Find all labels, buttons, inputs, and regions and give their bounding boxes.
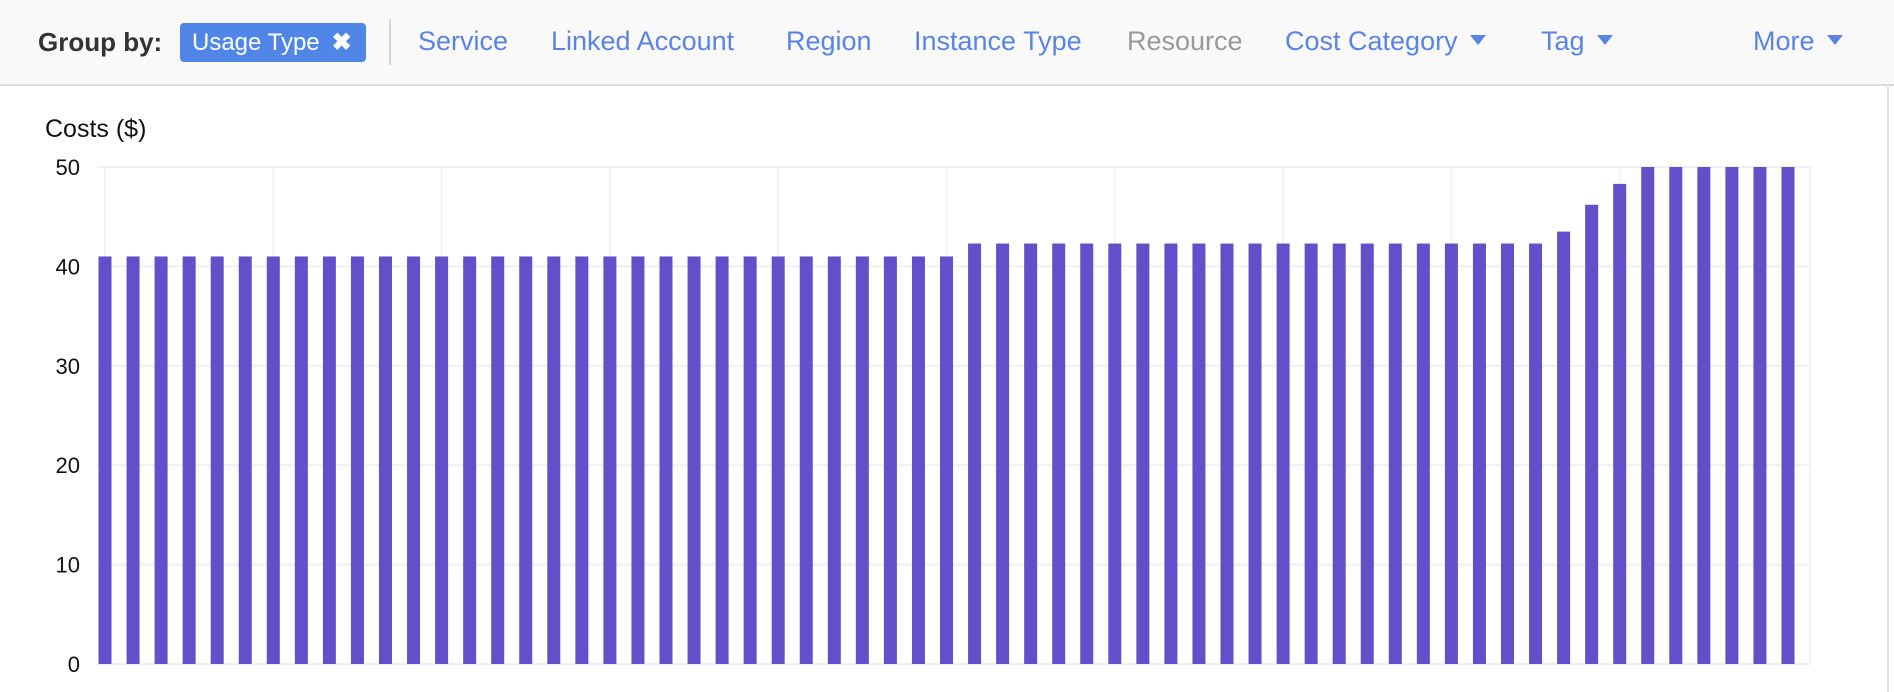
y-tick-label: 40	[56, 254, 80, 279]
bar	[968, 243, 982, 664]
bar	[1360, 243, 1374, 664]
bar	[1248, 243, 1262, 664]
bar	[1108, 243, 1122, 664]
bar	[126, 256, 140, 664]
bar	[687, 256, 701, 664]
bar	[771, 256, 785, 664]
bar	[1613, 183, 1627, 664]
bar	[182, 256, 196, 664]
bar	[463, 256, 477, 664]
bar	[883, 256, 897, 664]
bar	[407, 256, 421, 664]
bar	[855, 256, 869, 664]
bar	[715, 256, 729, 664]
y-tick-label: 0	[68, 652, 80, 677]
bar	[631, 256, 645, 664]
bar	[1641, 167, 1655, 664]
bar	[154, 256, 168, 664]
bar	[827, 256, 841, 664]
bar	[238, 256, 252, 664]
bar	[1585, 204, 1599, 664]
bar	[743, 256, 757, 664]
bar	[911, 256, 925, 664]
bar	[1220, 243, 1234, 664]
bar	[940, 256, 953, 664]
bar	[1388, 243, 1402, 664]
bar	[379, 256, 392, 664]
bar	[1697, 167, 1711, 664]
bar	[1024, 243, 1038, 664]
bar	[575, 256, 589, 664]
y-tick-label: 30	[56, 354, 80, 379]
bar	[294, 256, 308, 664]
cost-bar-chart: 0 10 20 30 40 50	[56, 155, 1811, 677]
bar	[1781, 167, 1795, 664]
bar	[350, 256, 364, 664]
bar	[266, 256, 280, 664]
bar	[435, 256, 449, 664]
bar	[799, 256, 813, 664]
bar	[547, 256, 561, 664]
bar	[1332, 243, 1346, 664]
y-tick-label: 20	[56, 453, 80, 478]
bar	[1276, 243, 1290, 664]
bar	[1725, 167, 1739, 664]
bar	[98, 256, 112, 664]
bar	[1472, 243, 1486, 664]
bar	[1557, 231, 1571, 665]
bar	[210, 256, 224, 664]
bar	[519, 256, 533, 664]
bar	[659, 256, 673, 664]
bar	[1416, 243, 1430, 664]
bar	[996, 243, 1010, 664]
bar	[1192, 243, 1206, 664]
bar	[1753, 167, 1767, 664]
bar	[1669, 167, 1683, 664]
bar	[1444, 243, 1458, 664]
bar	[1529, 243, 1543, 664]
bar	[1304, 243, 1318, 664]
bar	[1080, 243, 1094, 664]
bar	[322, 256, 336, 664]
bar	[1052, 243, 1066, 664]
y-tick-label: 50	[56, 155, 80, 180]
bar	[491, 256, 505, 664]
bar	[1136, 243, 1150, 664]
bar	[603, 256, 617, 664]
bar	[1164, 243, 1178, 664]
y-tick-label: 10	[56, 553, 80, 578]
bar	[1501, 243, 1514, 664]
